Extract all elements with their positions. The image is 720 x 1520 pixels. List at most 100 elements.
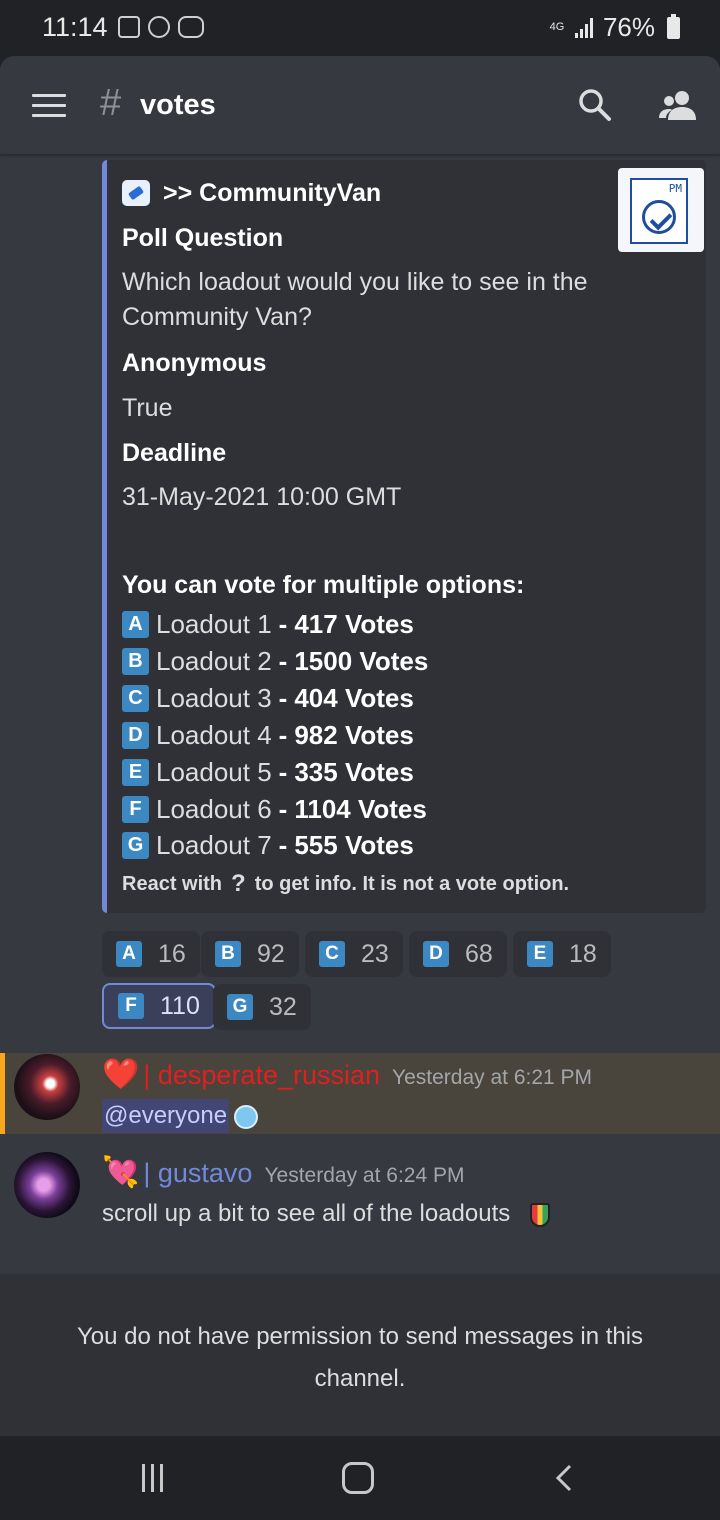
navigation-bar <box>0 1436 720 1520</box>
home-icon[interactable] <box>342 1462 374 1494</box>
heart-icon: ❤️ <box>102 1058 140 1091</box>
message-header: 💘 | gustavo Yesterday at 6:24 PM <box>102 1158 464 1189</box>
status-bar: 11:14 4G 76% <box>0 0 720 56</box>
reaction-count: 92 <box>257 939 285 968</box>
option-separator: - <box>278 608 288 639</box>
channel-header: # votes <box>0 56 720 154</box>
channel-title: votes <box>140 89 216 121</box>
poll-option: C Loadout 3 - 404 Votes <box>122 682 414 714</box>
message-header: ❤️ | desperate_russian Yesterday at 6:21… <box>102 1060 592 1091</box>
option-label: Loadout 7 <box>156 829 272 860</box>
heart-arrow-icon: 💘 <box>102 1156 140 1189</box>
poll-option: D Loadout 4 - 982 Votes <box>122 719 414 751</box>
pm-logo-text: PM <box>668 182 682 195</box>
option-label: Loadout 1 <box>156 608 272 639</box>
hash-icon: # <box>100 82 122 124</box>
messenger-icon <box>148 16 170 38</box>
option-votes: 404 Votes <box>294 682 414 713</box>
earth-icon <box>234 1105 258 1129</box>
reaction-count: 110 <box>160 991 200 1020</box>
letter-f-icon: F <box>118 993 144 1019</box>
network-indicator: 4G <box>549 21 565 33</box>
reaction-e[interactable]: E 18 <box>513 931 611 977</box>
reaction-g[interactable]: G 32 <box>213 984 311 1030</box>
letter-e-icon: E <box>527 941 553 967</box>
menu-icon[interactable] <box>32 94 66 118</box>
checkmark-icon <box>642 200 676 234</box>
field-value-deadline: 31-May-2021 10:00 GMT <box>122 483 402 511</box>
status-time: 11:14 <box>42 12 108 42</box>
battery-percent: 76% <box>602 12 655 42</box>
option-separator: - <box>278 719 288 750</box>
letter-a-icon: A <box>122 610 149 638</box>
username[interactable]: | desperate_russian <box>143 1060 380 1091</box>
letter-a-icon: A <box>116 941 142 967</box>
field-name-question: Poll Question <box>122 224 284 252</box>
letter-g-icon: G <box>227 994 253 1020</box>
letter-b-icon: B <box>215 941 241 967</box>
gamepad-icon <box>178 16 204 38</box>
options-heading: You can vote for multiple options: <box>122 571 525 599</box>
option-label: Loadout 6 <box>156 793 272 824</box>
letter-b-icon: B <box>122 647 149 675</box>
reaction-c[interactable]: C 23 <box>305 931 403 977</box>
option-votes: 982 Votes <box>294 719 414 750</box>
field-value-question: Which loadout would you like to see in t… <box>122 268 588 331</box>
poll-option: G Loadout 7 - 555 Votes <box>122 829 414 861</box>
reaction-count: 23 <box>361 939 389 968</box>
reaction-b[interactable]: B 92 <box>201 931 299 977</box>
poll-option: A Loadout 1 - 417 Votes <box>122 608 414 640</box>
shield-icon <box>530 1203 550 1227</box>
poll-option: F Loadout 6 - 1104 Votes <box>122 793 427 825</box>
signal-icon <box>574 17 593 38</box>
pm-logo: PM <box>630 178 688 244</box>
reaction-count: 68 <box>465 939 493 968</box>
letter-e-icon: E <box>122 758 149 786</box>
reaction-a[interactable]: A 16 <box>102 931 200 977</box>
poll-option: B Loadout 2 - 1500 Votes <box>122 645 428 677</box>
letter-c-icon: C <box>319 941 345 967</box>
reaction-count: 18 <box>569 939 597 968</box>
letter-f-icon: F <box>122 795 149 823</box>
username[interactable]: | gustavo <box>143 1158 252 1189</box>
battery-icon <box>667 13 680 39</box>
letter-c-icon: C <box>122 684 149 712</box>
poll-option: E Loadout 5 - 335 Votes <box>122 756 414 788</box>
embed-author: >> CommunityVan <box>163 179 382 207</box>
field-value-anonymous: True <box>122 394 173 422</box>
option-votes: 417 Votes <box>294 608 414 639</box>
avatar[interactable] <box>14 1152 80 1218</box>
recent-apps-icon[interactable] <box>142 1464 170 1492</box>
option-votes: 1104 Votes <box>294 793 427 824</box>
members-icon[interactable] <box>658 88 698 122</box>
permission-notice-text: You do not have permission to send messa… <box>76 1323 644 1392</box>
option-separator: - <box>278 829 288 860</box>
permission-notice: You do not have permission to send messa… <box>0 1274 720 1436</box>
option-label: Loadout 4 <box>156 719 272 750</box>
option-votes: 335 Votes <box>294 756 414 787</box>
option-votes: 555 Votes <box>294 829 414 860</box>
field-name-deadline: Deadline <box>122 439 227 467</box>
search-icon[interactable] <box>578 88 612 122</box>
option-separator: - <box>278 756 288 787</box>
option-votes: 1500 Votes <box>294 645 429 676</box>
option-label: Loadout 2 <box>156 645 272 676</box>
footer-text-after: to get info. It is not a vote option. <box>254 872 570 895</box>
embed-footer: React with ? to get info. It is not a vo… <box>122 870 569 898</box>
field-name-anonymous: Anonymous <box>122 349 267 377</box>
letter-d-icon: D <box>122 721 149 749</box>
back-icon[interactable] <box>552 1464 580 1492</box>
embed-thumbnail[interactable]: PM <box>618 168 704 252</box>
avatar[interactable] <box>14 1054 80 1120</box>
reaction-count: 32 <box>269 992 297 1021</box>
reaction-f[interactable]: F 110 <box>102 983 216 1029</box>
reaction-d[interactable]: D 68 <box>409 931 507 977</box>
timestamp: Yesterday at 6:21 PM <box>392 1066 593 1089</box>
option-separator: - <box>278 645 288 676</box>
letter-d-icon: D <box>423 941 449 967</box>
option-label: Loadout 5 <box>156 756 272 787</box>
option-separator: - <box>278 793 288 824</box>
notification-icons <box>118 16 204 38</box>
everyone-mention[interactable]: @everyone <box>102 1099 230 1133</box>
footer-text-before: React with <box>122 872 223 895</box>
